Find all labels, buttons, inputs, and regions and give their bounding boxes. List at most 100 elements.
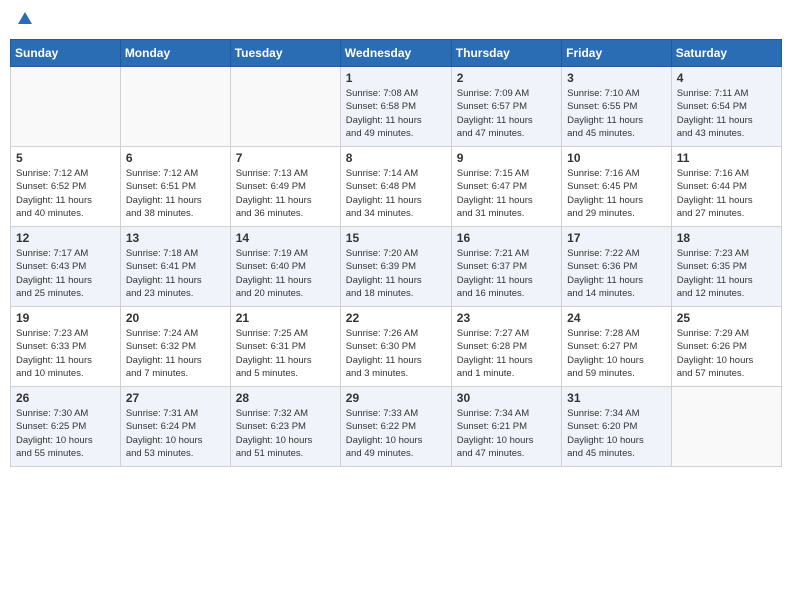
calendar-table: SundayMondayTuesdayWednesdayThursdayFrid… (10, 39, 782, 467)
calendar-cell: 8 Sunrise: 7:14 AM Sunset: 6:48 PM Daylig… (340, 147, 451, 227)
page-header (10, 10, 782, 31)
day-info: Sunrise: 7:23 AM Sunset: 6:35 PM Dayligh… (677, 247, 776, 300)
day-info: Sunrise: 7:25 AM Sunset: 6:31 PM Dayligh… (236, 327, 335, 380)
day-info: Sunrise: 7:15 AM Sunset: 6:47 PM Dayligh… (457, 167, 556, 220)
day-number: 31 (567, 391, 666, 405)
calendar-cell: 23 Sunrise: 7:27 AM Sunset: 6:28 PM Dayli… (451, 307, 561, 387)
day-number: 11 (677, 151, 776, 165)
day-info: Sunrise: 7:18 AM Sunset: 6:41 PM Dayligh… (126, 247, 225, 300)
day-number: 15 (346, 231, 446, 245)
day-number: 4 (677, 71, 776, 85)
header-row: SundayMondayTuesdayWednesdayThursdayFrid… (11, 40, 782, 67)
calendar-cell: 15 Sunrise: 7:20 AM Sunset: 6:39 PM Dayli… (340, 227, 451, 307)
calendar-cell: 9 Sunrise: 7:15 AM Sunset: 6:47 PM Daylig… (451, 147, 561, 227)
day-info: Sunrise: 7:19 AM Sunset: 6:40 PM Dayligh… (236, 247, 335, 300)
calendar-cell: 31 Sunrise: 7:34 AM Sunset: 6:20 PM Dayli… (562, 387, 672, 467)
header-day-tuesday: Tuesday (230, 40, 340, 67)
day-info: Sunrise: 7:09 AM Sunset: 6:57 PM Dayligh… (457, 87, 556, 140)
calendar-cell: 21 Sunrise: 7:25 AM Sunset: 6:31 PM Dayli… (230, 307, 340, 387)
day-info: Sunrise: 7:33 AM Sunset: 6:22 PM Dayligh… (346, 407, 446, 460)
day-number: 2 (457, 71, 556, 85)
week-row-4: 19Sunrise: 7:23 AM Sunset: 6:33 PM Dayli… (11, 307, 782, 387)
calendar-cell: 30 Sunrise: 7:34 AM Sunset: 6:21 PM Dayli… (451, 387, 561, 467)
day-info: Sunrise: 7:27 AM Sunset: 6:28 PM Dayligh… (457, 327, 556, 380)
calendar-cell: 19Sunrise: 7:23 AM Sunset: 6:33 PM Dayli… (11, 307, 121, 387)
week-row-5: 26Sunrise: 7:30 AM Sunset: 6:25 PM Dayli… (11, 387, 782, 467)
day-info: Sunrise: 7:16 AM Sunset: 6:45 PM Dayligh… (567, 167, 666, 220)
week-row-2: 5 Sunrise: 7:12 AM Sunset: 6:52 PM Daylig… (11, 147, 782, 227)
day-number: 6 (126, 151, 225, 165)
day-number: 22 (346, 311, 446, 325)
day-number: 18 (677, 231, 776, 245)
calendar-cell: 22 Sunrise: 7:26 AM Sunset: 6:30 PM Dayli… (340, 307, 451, 387)
calendar-cell: 5 Sunrise: 7:12 AM Sunset: 6:52 PM Daylig… (11, 147, 121, 227)
day-number: 9 (457, 151, 556, 165)
day-number: 3 (567, 71, 666, 85)
calendar-cell: 13 Sunrise: 7:18 AM Sunset: 6:41 PM Dayli… (120, 227, 230, 307)
day-number: 16 (457, 231, 556, 245)
calendar-cell: 11 Sunrise: 7:16 AM Sunset: 6:44 PM Dayli… (671, 147, 781, 227)
day-info: Sunrise: 7:16 AM Sunset: 6:44 PM Dayligh… (677, 167, 776, 220)
calendar-cell: 12 Sunrise: 7:17 AM Sunset: 6:43 PM Dayli… (11, 227, 121, 307)
calendar-cell: 29 Sunrise: 7:33 AM Sunset: 6:22 PM Dayli… (340, 387, 451, 467)
logo-icon (16, 10, 34, 28)
day-number: 20 (126, 311, 225, 325)
calendar-cell: 18 Sunrise: 7:23 AM Sunset: 6:35 PM Dayli… (671, 227, 781, 307)
day-number: 8 (346, 151, 446, 165)
day-number: 24 (567, 311, 666, 325)
day-number: 30 (457, 391, 556, 405)
day-info: Sunrise: 7:34 AM Sunset: 6:20 PM Dayligh… (567, 407, 666, 460)
header-day-monday: Monday (120, 40, 230, 67)
calendar-cell: 16Sunrise: 7:21 AM Sunset: 6:37 PM Dayli… (451, 227, 561, 307)
day-info: Sunrise: 7:34 AM Sunset: 6:21 PM Dayligh… (457, 407, 556, 460)
calendar-cell: 17 Sunrise: 7:22 AM Sunset: 6:36 PM Dayli… (562, 227, 672, 307)
calendar-cell: 1 Sunrise: 7:08 AM Sunset: 6:58 PM Daylig… (340, 67, 451, 147)
calendar-cell: 6 Sunrise: 7:12 AM Sunset: 6:51 PM Daylig… (120, 147, 230, 227)
day-info: Sunrise: 7:14 AM Sunset: 6:48 PM Dayligh… (346, 167, 446, 220)
day-info: Sunrise: 7:23 AM Sunset: 6:33 PM Dayligh… (16, 327, 115, 380)
day-info: Sunrise: 7:30 AM Sunset: 6:25 PM Dayligh… (16, 407, 115, 460)
day-number: 21 (236, 311, 335, 325)
day-number: 25 (677, 311, 776, 325)
calendar-cell (230, 67, 340, 147)
day-info: Sunrise: 7:22 AM Sunset: 6:36 PM Dayligh… (567, 247, 666, 300)
calendar-cell (671, 387, 781, 467)
day-number: 13 (126, 231, 225, 245)
calendar-cell: 26Sunrise: 7:30 AM Sunset: 6:25 PM Dayli… (11, 387, 121, 467)
day-info: Sunrise: 7:17 AM Sunset: 6:43 PM Dayligh… (16, 247, 115, 300)
day-info: Sunrise: 7:24 AM Sunset: 6:32 PM Dayligh… (126, 327, 225, 380)
calendar-cell: 3 Sunrise: 7:10 AM Sunset: 6:55 PM Daylig… (562, 67, 672, 147)
day-info: Sunrise: 7:12 AM Sunset: 6:52 PM Dayligh… (16, 167, 115, 220)
day-number: 23 (457, 311, 556, 325)
day-info: Sunrise: 7:12 AM Sunset: 6:51 PM Dayligh… (126, 167, 225, 220)
header-day-sunday: Sunday (11, 40, 121, 67)
header-day-saturday: Saturday (671, 40, 781, 67)
day-number: 5 (16, 151, 115, 165)
day-info: Sunrise: 7:10 AM Sunset: 6:55 PM Dayligh… (567, 87, 666, 140)
day-number: 1 (346, 71, 446, 85)
day-info: Sunrise: 7:13 AM Sunset: 6:49 PM Dayligh… (236, 167, 335, 220)
day-number: 10 (567, 151, 666, 165)
day-number: 29 (346, 391, 446, 405)
day-info: Sunrise: 7:32 AM Sunset: 6:23 PM Dayligh… (236, 407, 335, 460)
calendar-cell: 25Sunrise: 7:29 AM Sunset: 6:26 PM Dayli… (671, 307, 781, 387)
calendar-cell: 14 Sunrise: 7:19 AM Sunset: 6:40 PM Dayli… (230, 227, 340, 307)
calendar-cell: 10 Sunrise: 7:16 AM Sunset: 6:45 PM Dayli… (562, 147, 672, 227)
day-number: 12 (16, 231, 115, 245)
day-info: Sunrise: 7:20 AM Sunset: 6:39 PM Dayligh… (346, 247, 446, 300)
day-number: 27 (126, 391, 225, 405)
header-day-wednesday: Wednesday (340, 40, 451, 67)
day-info: Sunrise: 7:26 AM Sunset: 6:30 PM Dayligh… (346, 327, 446, 380)
day-number: 28 (236, 391, 335, 405)
header-day-friday: Friday (562, 40, 672, 67)
day-info: Sunrise: 7:28 AM Sunset: 6:27 PM Dayligh… (567, 327, 666, 380)
calendar-cell: 27 Sunrise: 7:31 AM Sunset: 6:24 PM Dayli… (120, 387, 230, 467)
week-row-1: 1 Sunrise: 7:08 AM Sunset: 6:58 PM Daylig… (11, 67, 782, 147)
day-number: 14 (236, 231, 335, 245)
calendar-cell: 20 Sunrise: 7:24 AM Sunset: 6:32 PM Dayli… (120, 307, 230, 387)
day-info: Sunrise: 7:31 AM Sunset: 6:24 PM Dayligh… (126, 407, 225, 460)
calendar-cell: 24 Sunrise: 7:28 AM Sunset: 6:27 PM Dayli… (562, 307, 672, 387)
calendar-cell: 4Sunrise: 7:11 AM Sunset: 6:54 PM Daylig… (671, 67, 781, 147)
day-info: Sunrise: 7:08 AM Sunset: 6:58 PM Dayligh… (346, 87, 446, 140)
day-number: 17 (567, 231, 666, 245)
